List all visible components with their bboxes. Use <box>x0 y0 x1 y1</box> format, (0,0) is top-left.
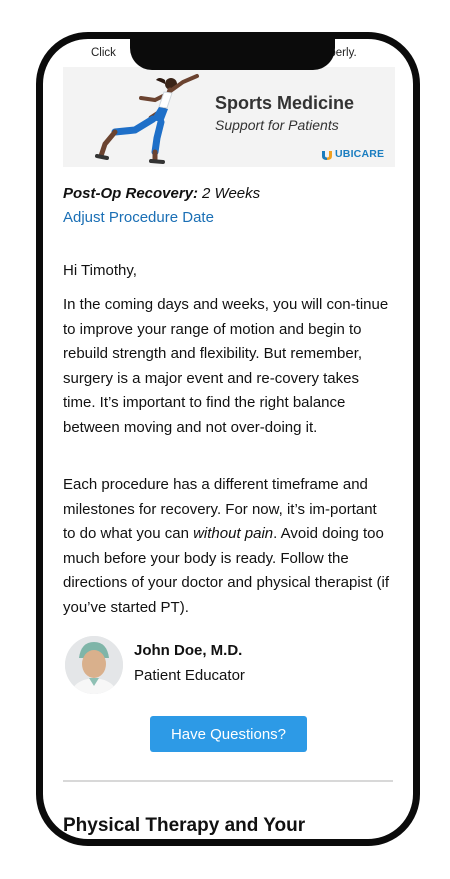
brand-title: Sports Medicine <box>215 93 355 113</box>
email-screen: Click operly. Sports Medicine Support fo <box>43 39 413 839</box>
doctor-role: Patient Educator <box>134 667 245 684</box>
doctor-photo <box>65 636 123 694</box>
preheader-text-left[interactable]: Click <box>91 47 116 59</box>
adjust-procedure-date-link[interactable]: Adjust Procedure Date <box>63 209 214 226</box>
body-paragraph-2: Each procedure has a different timeframe… <box>63 473 393 620</box>
paragraph-2-emphasis: without pain <box>193 525 274 542</box>
logo-mark-icon <box>322 151 332 160</box>
runner-illustration <box>95 74 199 164</box>
doctor-name: John Doe, M.D. <box>134 642 243 659</box>
have-questions-button[interactable]: Have Questions? <box>150 716 307 752</box>
logo-text: UBICARE <box>335 148 385 160</box>
hero-banner: Sports Medicine Support for Patients UBI… <box>63 67 395 167</box>
doctor-avatar <box>65 636 123 694</box>
brand-subtitle: Support for Patients <box>215 117 339 133</box>
recovery-label: Post-Op Recovery: <box>63 185 199 202</box>
body-paragraph-1: In the coming days and weeks, you will c… <box>63 296 389 436</box>
section-divider <box>63 780 393 782</box>
recovery-value: 2 Weeks <box>202 185 261 202</box>
section-heading: Physical Therapy and Your <box>63 815 306 836</box>
recovery-status: Post-Op Recovery: 2 Weeks <box>63 185 260 202</box>
phone-notch <box>130 39 335 70</box>
greeting: Hi Timothy, <box>63 262 137 279</box>
phone-frame: Click operly. Sports Medicine Support fo <box>36 32 420 846</box>
